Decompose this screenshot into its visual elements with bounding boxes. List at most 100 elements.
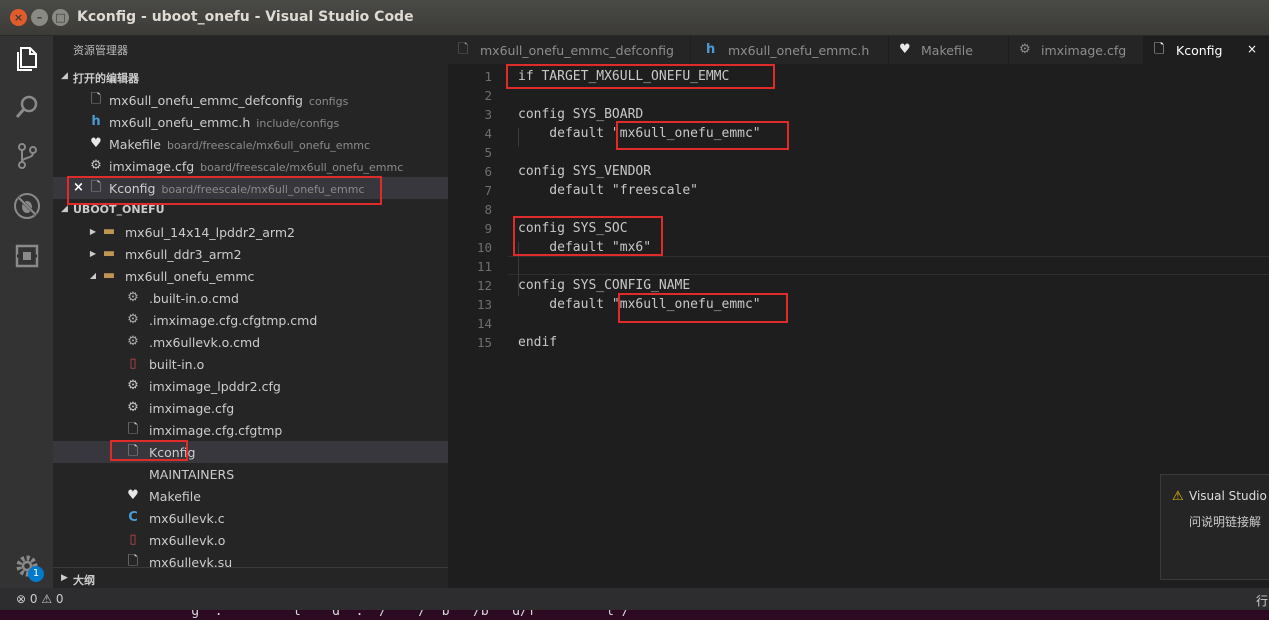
- extensions-icon[interactable]: [12, 241, 42, 271]
- current-line-highlight: [508, 256, 1269, 275]
- open-editor-item[interactable]: 🗋 mx6ull_onefu_emmc_defconfig configs: [53, 89, 448, 111]
- heart-icon: ♥: [127, 488, 139, 503]
- tree-item-label: imximage_lpddr2.cfg: [149, 379, 281, 394]
- highlight-box: [616, 121, 789, 150]
- tab-label: Kconfig: [1176, 43, 1223, 58]
- tree-file[interactable]: ⚙ .imximage.cfg.cfgtmp.cmd: [53, 309, 448, 331]
- code-line[interactable]: default "freescale": [518, 183, 698, 198]
- open-editor-path: board/freescale/mx6ull_onefu_emmc: [200, 161, 404, 174]
- tree-file[interactable]: ♥ Makefile: [53, 485, 448, 507]
- tree-item-label: mx6ullevk.o: [149, 533, 226, 548]
- tree-item-label: Makefile: [149, 489, 201, 504]
- line-number: 15: [476, 335, 492, 350]
- code-line[interactable]: config SYS_CONFIG_NAME: [518, 278, 690, 293]
- tree-item-label: mx6ul_14x14_lpddr2_arm2: [125, 225, 295, 240]
- chevron-right-icon[interactable]: ▶: [85, 246, 101, 262]
- open-editor-item[interactable]: h mx6ull_onefu_emmc.h include/configs: [53, 111, 448, 133]
- open-editor-path: board/freescale/mx6ull_onefu_emmc: [166, 139, 371, 152]
- line-number: 1: [484, 69, 492, 84]
- tree-item-label: mx6ull_ddr3_arm2: [125, 247, 242, 262]
- chevron-right-icon[interactable]: ▶: [85, 224, 101, 240]
- binary-file-icon: ▯: [129, 356, 137, 371]
- gear-icon: ⚙: [1019, 42, 1031, 57]
- tab-header-file[interactable]: h mx6ull_onefu_emmc.h: [696, 36, 889, 64]
- highlight-box: [110, 440, 188, 461]
- tab-imximage[interactable]: ⚙ imximage.cfg: [1009, 36, 1144, 64]
- status-bar: ⊗ 0 ⚠ 0 行: [0, 588, 1269, 610]
- file-icon: 🗋: [1154, 42, 1165, 57]
- chevron-down-icon[interactable]: ◢: [85, 268, 101, 284]
- source-control-icon[interactable]: [12, 141, 42, 171]
- line-number: 14: [476, 316, 492, 331]
- tab-makefile[interactable]: ♥ Makefile: [889, 36, 1009, 64]
- code-line[interactable]: config SYS_BOARD: [518, 107, 643, 122]
- open-editors-label: 打开的编辑器: [73, 72, 139, 85]
- tree-file[interactable]: MAINTAINERS: [53, 463, 448, 485]
- c-file-icon: C: [128, 510, 138, 525]
- gear-icon: ⚙: [127, 378, 139, 393]
- cursor-position-status[interactable]: 行: [1256, 592, 1268, 609]
- tree-file[interactable]: Cmx6ullevk.c: [53, 507, 448, 529]
- window-minimize-button[interactable]: –: [31, 9, 48, 26]
- sidebar-title: 资源管理器: [73, 44, 128, 57]
- close-icon[interactable]: ×: [1247, 42, 1257, 56]
- search-icon[interactable]: [12, 92, 42, 122]
- code-editor[interactable]: 1 if TARGET_MX6ULL_ONEFU_EMMC 2 3 config SYS…: [448, 64, 1269, 588]
- explorer-icon[interactable]: [12, 44, 42, 74]
- highlight-box: [513, 216, 663, 256]
- notification-message: 问说明链接解: [1189, 515, 1262, 529]
- tree-file[interactable]: 🗋 imximage.cfg.cfgtmp: [53, 419, 448, 441]
- tree-item-label: .built-in.o.cmd: [149, 291, 239, 306]
- h-file-icon: h: [706, 42, 716, 57]
- line-number: 10: [476, 240, 492, 255]
- tab-kconfig[interactable]: 🗋 Kconfig ×: [1144, 36, 1269, 64]
- open-editor-name: Makefile: [109, 137, 161, 152]
- heart-icon: ♥: [899, 42, 911, 57]
- code-line[interactable]: endif: [518, 335, 557, 350]
- gears-icon: ⚙: [127, 334, 139, 349]
- open-editors-header[interactable]: ◢ 打开的编辑器: [53, 66, 448, 88]
- highlight-box: [67, 176, 382, 205]
- gears-icon: ⚙: [127, 312, 139, 327]
- tree-item-label: imximage.cfg: [149, 401, 235, 416]
- heart-icon: ♥: [90, 136, 102, 151]
- h-file-icon: h: [91, 114, 101, 129]
- tree-file[interactable]: ▯ mx6ullevk.o: [53, 529, 448, 551]
- tree-file[interactable]: ▯ built-in.o: [53, 353, 448, 375]
- tree-item-label: .mx6ullevk.o.cmd: [149, 335, 261, 350]
- title-bar: × – □ Kconfig - uboot_onefu - Visual Stu…: [0, 0, 1269, 36]
- gear-icon: ⚙: [127, 400, 139, 415]
- outline-header[interactable]: ▶ 大纲: [53, 567, 448, 588]
- tree-folder[interactable]: ◢ ▬ mx6ull_onefu_emmc: [53, 265, 448, 287]
- tree-file[interactable]: ⚙ imximage.cfg: [53, 397, 448, 419]
- open-editor-path: configs: [308, 95, 349, 108]
- open-editor-item[interactable]: ♥ Makefile board/freescale/mx6ull_onefu_e…: [53, 133, 448, 155]
- line-number: 4: [484, 126, 492, 141]
- tree-file[interactable]: ⚙ .built-in.o.cmd: [53, 287, 448, 309]
- window-maximize-button[interactable]: □: [52, 9, 69, 26]
- tab-defconfig[interactable]: 🗋 mx6ull_onefu_emmc_defconfig: [448, 36, 691, 64]
- terminal-text: g : l d : / / b /b d/f l /: [160, 610, 630, 619]
- warning-icon: ⚠: [1172, 489, 1184, 504]
- tree-file[interactable]: ⚙ imximage_lpddr2.cfg: [53, 375, 448, 397]
- notification-toast[interactable]: ⚠ Visual Studio 问说明链接解: [1160, 474, 1269, 580]
- highlight-box: [506, 64, 775, 89]
- line-number: 9: [484, 221, 492, 236]
- debug-icon[interactable]: [12, 191, 42, 221]
- settings-badge: 1: [28, 566, 44, 582]
- problems-status[interactable]: ⊗ 0 ⚠ 0: [16, 592, 64, 606]
- editor-tabs: 🗋 mx6ull_onefu_emmc_defconfig h mx6ull_o…: [448, 36, 1269, 64]
- file-icon: 🗋: [458, 42, 469, 57]
- window-close-button[interactable]: ×: [10, 9, 27, 26]
- folder-icon: ▬: [102, 224, 116, 239]
- tree-folder[interactable]: ▶ ▬ mx6ull_ddr3_arm2: [53, 243, 448, 265]
- tree-folder[interactable]: ▶ ▬ mx6ul_14x14_lpddr2_arm2: [53, 221, 448, 243]
- line-number: 7: [484, 183, 492, 198]
- notification-title: Visual Studio: [1189, 489, 1267, 503]
- tree-file[interactable]: ⚙ .mx6ullevk.o.cmd: [53, 331, 448, 353]
- open-editor-item[interactable]: ⚙ imximage.cfg board/freescale/mx6ull_one…: [53, 155, 448, 177]
- code-line[interactable]: config SYS_VENDOR: [518, 164, 651, 179]
- chevron-right-icon: ▶: [61, 573, 68, 583]
- tree-item-label: imximage.cfg.cfgtmp: [149, 423, 283, 438]
- file-icon: 🗋: [90, 92, 102, 107]
